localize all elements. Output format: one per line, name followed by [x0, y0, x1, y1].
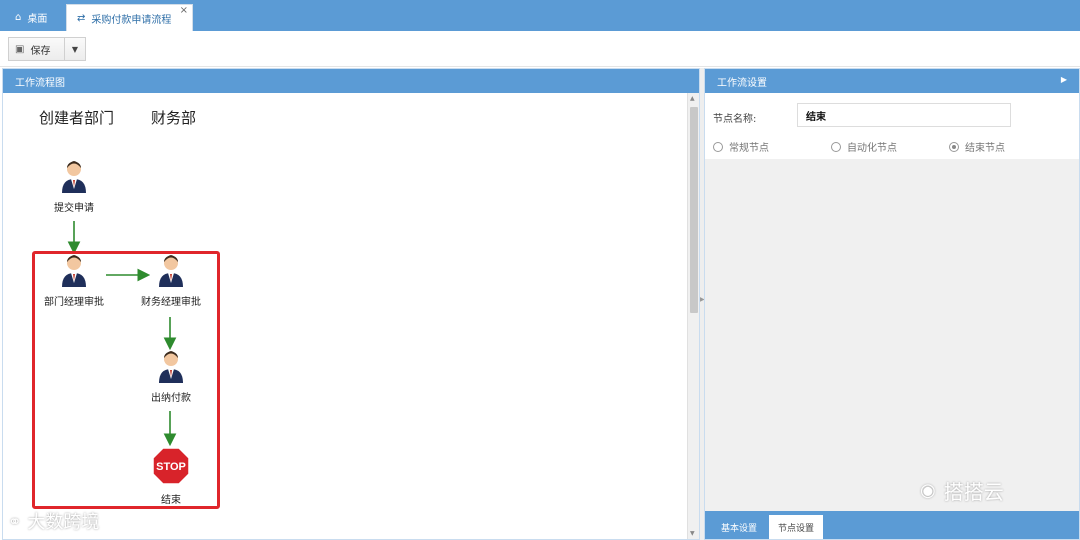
settings-bottom-tabs: 基本设置 节点设置 [705, 511, 1079, 539]
watermark-right-text: 搭搭云 [943, 480, 1004, 504]
highlight-box [32, 251, 220, 509]
tab-bar: ⌂ 桌面 ⇄ 采购付款申请流程 × [0, 0, 1080, 31]
home-icon: ⌂ [15, 12, 22, 23]
scroll-up-icon[interactable]: ▲ [690, 95, 695, 102]
weibo-icon: ⚭ [8, 511, 22, 531]
node-submit[interactable]: 提交申请 [38, 159, 110, 214]
workflow-settings-panel: 工作流设置 ▶ 节点名称: 结束 常规节点 自动化节点 结束节点 基本设置 节点… [704, 68, 1080, 540]
close-icon[interactable]: × [180, 5, 188, 16]
wechat-icon: ◉ [920, 480, 936, 501]
radio-end-node[interactable]: 结束节点 [949, 139, 1005, 154]
save-label: 保存 [30, 45, 51, 57]
tab-purchase-payment-flow[interactable]: ⇄ 采购付款申请流程 × [66, 4, 193, 31]
radio-automation-node[interactable]: 自动化节点 [831, 139, 897, 154]
save-dropdown-button[interactable]: ▼ [64, 37, 86, 61]
radio-label: 常规节点 [729, 143, 769, 154]
vertical-scrollbar[interactable]: ▲ ▼ [687, 93, 699, 539]
workflow-diagram-header: 工作流程图 [3, 69, 699, 93]
node-name-label: 节点名称: [713, 114, 757, 125]
tab-home-label: 桌面 [27, 14, 48, 25]
save-button[interactable]: ▣ 保存 [8, 37, 64, 61]
workflow-settings-header: 工作流设置 ▶ [705, 69, 1079, 93]
radio-dot [713, 141, 723, 152]
watermark-bigdata-crossborder: ⚭ 大数跨境 [8, 508, 99, 534]
workflow-canvas[interactable]: 创建者部门 财务部 提交申请 部门经理审批 财务经理审批 出纳付款 STOP 结… [3, 93, 687, 539]
watermark-dadayun: ◉ 搭搭云 [920, 476, 1004, 505]
radio-dot [831, 141, 841, 152]
scroll-thumb[interactable] [690, 107, 698, 313]
workflow-diagram-panel: 工作流程图 创建者部门 财务部 提交申请 部门经理审批 财务经理审批 出纳付款 … [2, 68, 700, 540]
tab-basic-settings[interactable]: 基本设置 [711, 515, 767, 539]
shuffle-icon: ⇄ [77, 12, 86, 24]
node-label: 提交申请 [54, 203, 94, 214]
toolbar: ▣ 保存 ▼ [0, 31, 1080, 67]
scroll-down-icon[interactable]: ▼ [690, 530, 695, 537]
watermark-left-text: 大数跨境 [27, 512, 100, 533]
workflow-settings-title: 工作流设置 [717, 77, 767, 89]
tab-node-settings[interactable]: 节点设置 [769, 515, 823, 539]
node-type-radio-group: 常规节点 自动化节点 结束节点 [705, 139, 1079, 154]
tab-active-label: 采购付款申请流程 [91, 14, 172, 26]
save-icon: ▣ [15, 43, 25, 55]
radio-label: 自动化节点 [847, 143, 897, 154]
expand-arrow-icon[interactable]: ▶ [1061, 75, 1067, 84]
tab-home[interactable]: ⌂ 桌面 [0, 4, 64, 31]
radio-normal-node[interactable]: 常规节点 [713, 139, 769, 154]
person-icon [62, 161, 86, 193]
node-name-input[interactable]: 结束 [797, 103, 1011, 127]
radio-label: 结束节点 [965, 143, 1005, 154]
node-settings-form: 节点名称: 结束 常规节点 自动化节点 结束节点 [705, 93, 1079, 159]
radio-dot-checked [949, 141, 959, 152]
